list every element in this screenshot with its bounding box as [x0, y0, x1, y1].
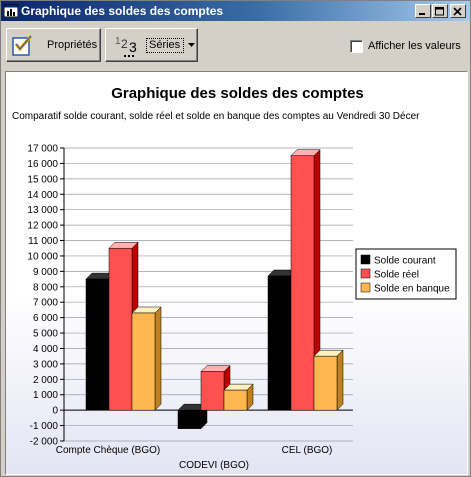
legend-swatch [360, 282, 371, 293]
title-bar[interactable]: Graphique des soldes des comptes [1, 1, 470, 21]
window-title: Graphique des soldes des comptes [21, 4, 224, 18]
legend-swatch [360, 268, 371, 279]
svg-text:2: 2 [121, 37, 128, 51]
y-tick-label: 10 000 [27, 251, 58, 262]
properties-label: Propriétés [47, 39, 98, 51]
bar-solde-r-el [200, 371, 225, 411]
bar-solde-en-banque-side [154, 306, 162, 411]
legend-label: Solde courant [374, 256, 436, 267]
bar-solde-en-banque [313, 355, 338, 411]
close-icon [453, 7, 462, 16]
close-button[interactable] [450, 4, 466, 18]
bar-chart: 17 000 16 000 15 000 14 000 13 000 12 000 11 0… [27, 144, 457, 471]
y-tick-label: 0 [52, 406, 58, 417]
show-values-label: Afficher les valeurs [368, 40, 461, 52]
series-button[interactable]: 1 2 3 Séries [105, 28, 198, 62]
bar-solde-r-el [290, 155, 315, 411]
y-tick-label: 15 000 [27, 174, 58, 185]
y-tick-label: 2 000 [33, 375, 58, 386]
y-tick-label: 14 000 [27, 190, 58, 201]
bar-solde-courant [177, 409, 202, 429]
chevron-down-icon[interactable] [188, 43, 195, 47]
bar-solde-courant [267, 275, 292, 411]
show-values-checkbox[interactable] [350, 40, 363, 53]
chart-window-icon [4, 4, 18, 17]
svg-text:3: 3 [129, 39, 137, 55]
y-tick-label: -1 000 [30, 421, 59, 432]
y-tick-label: 6 000 [33, 313, 58, 324]
bar-solde-courant [85, 278, 110, 411]
y-tick-label: -2 000 [30, 437, 59, 448]
y-tick-label: 4 000 [33, 344, 58, 355]
legend-label: Solde réel [374, 270, 419, 281]
legend-label: Solde en banque [374, 284, 450, 295]
chart-panel: Graphique des soldes des comptes Compara… [5, 71, 468, 475]
chart-window: Graphique des soldes des comptes Proprié… [0, 0, 471, 477]
properties-icon [12, 35, 33, 56]
category-label: Compte Chèque (BGO) [56, 445, 161, 456]
series-icon: 1 2 3 [115, 36, 137, 57]
y-tick-label: 17 000 [27, 144, 58, 155]
y-tick-label: 11 000 [28, 236, 58, 247]
y-tick-label: 5 000 [33, 329, 58, 340]
bar-solde-r-el [108, 247, 133, 411]
bar-solde-en-banque [223, 389, 248, 411]
bar-solde-en-banque-side [336, 349, 344, 411]
y-tick-label: 12 000 [27, 221, 58, 232]
properties-button[interactable]: Propriétés [6, 28, 101, 62]
y-tick-label: 8 000 [33, 282, 58, 293]
y-tick-label: 7 000 [33, 298, 58, 309]
y-tick-label: 9 000 [33, 267, 58, 278]
legend-swatch [360, 254, 371, 265]
toolbar: Propriétés 1 2 3 Séries Afficher les val… [1, 21, 470, 69]
maximize-button[interactable] [432, 4, 448, 18]
maximize-icon [435, 7, 444, 16]
y-tick-label: 16 000 [27, 159, 58, 170]
category-label: CEL (BGO) [282, 445, 333, 456]
y-tick-label: 1 000 [33, 390, 58, 401]
y-tick-label: 3 000 [33, 359, 58, 370]
minimize-button[interactable] [415, 4, 431, 18]
y-tick-label: 13 000 [27, 205, 58, 216]
category-label: CODEVI (BGO) [179, 460, 249, 471]
series-label: Séries [149, 39, 181, 51]
bar-solde-en-banque [131, 312, 156, 411]
minimize-icon [419, 13, 425, 15]
